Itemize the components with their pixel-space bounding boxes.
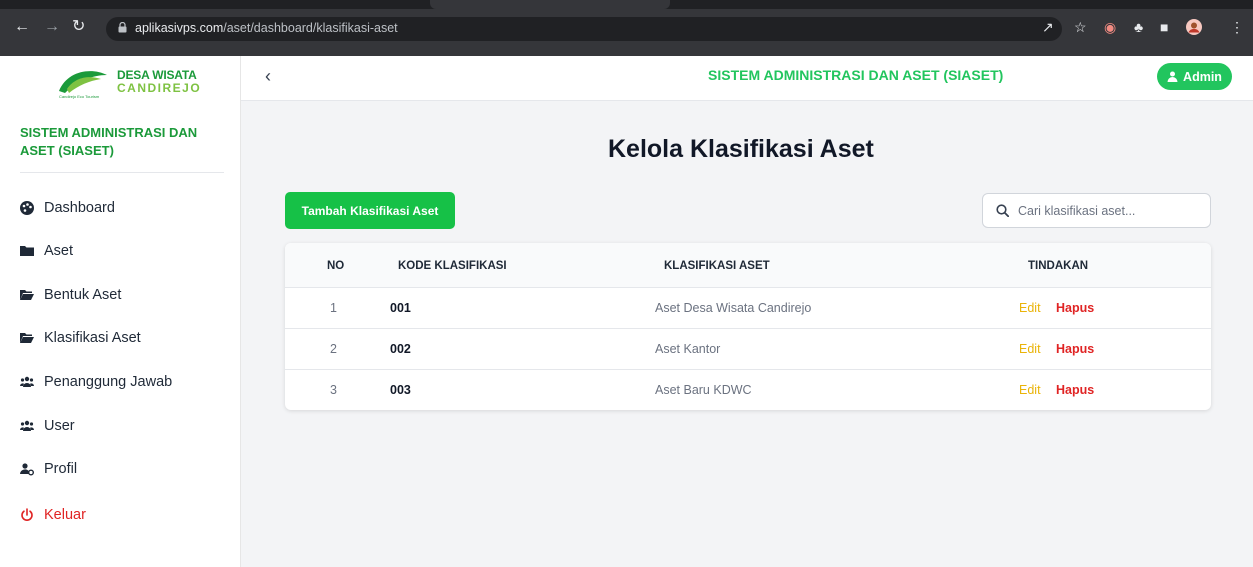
sidebar-item-dashboard[interactable]: Dashboard <box>20 195 115 221</box>
power-icon <box>21 508 33 521</box>
row-kode: 001 <box>390 301 411 315</box>
row-klasifikasi: Aset Desa Wisata Candirejo <box>655 301 812 315</box>
folder-open-icon <box>20 290 34 300</box>
page-title: Kelola Klasifikasi Aset <box>608 135 874 163</box>
sidebar-item-label: User <box>44 418 75 434</box>
edit-link[interactable]: Edit <box>1019 342 1041 356</box>
add-classification-button[interactable]: Tambah Klasifikasi Aset <box>285 192 455 229</box>
header-klasifikasi: KLASIFIKASI ASET <box>664 260 770 272</box>
delete-link[interactable]: Hapus <box>1056 301 1094 315</box>
forward-arrow-icon[interactable]: → <box>44 18 60 36</box>
header-kode: KODE KLASIFIKASI <box>398 260 507 272</box>
sidebar-item-klasifikasi-aset[interactable]: Klasifikasi Aset <box>20 325 141 351</box>
sidebar-item-aset[interactable]: Aset <box>20 238 73 264</box>
delete-link[interactable]: Hapus <box>1056 342 1094 356</box>
sidebar-item-label: Penanggung Jawab <box>44 374 173 390</box>
sidebar-item-label: Keluar <box>44 507 86 523</box>
browser-tab[interactable] <box>430 0 670 9</box>
search-input[interactable] <box>1018 202 1203 220</box>
row-kode: 003 <box>390 383 411 397</box>
users-icon <box>20 376 34 387</box>
sidebar-item-profil[interactable]: Profil <box>20 456 77 482</box>
sidebar-item-user[interactable]: User <box>20 413 75 439</box>
sidebar-item-keluar[interactable]: Keluar <box>20 502 86 528</box>
palette-icon <box>20 201 34 215</box>
extension-icon[interactable]: ◉ <box>1104 19 1116 35</box>
profile-avatar-icon[interactable] <box>1186 19 1202 38</box>
sidebar-app-title: SISTEM ADMINISTRASI DAN ASET (SIASET) <box>20 125 198 158</box>
url-text: aplikasivps.com/aset/dashboard/klasifika… <box>135 21 398 35</box>
table-header: NO KODE KLASIFIKASI KLASIFIKASI ASET TIN… <box>285 243 1211 287</box>
puzzle-icon[interactable]: ♣ <box>1134 19 1143 35</box>
sidebar-item-label: Bentuk Aset <box>44 287 122 303</box>
star-icon[interactable]: ☆ <box>1074 19 1087 35</box>
user-icon <box>1167 71 1178 82</box>
classification-table: NO KODE KLASIFIKASI KLASIFIKASI ASET TIN… <box>285 243 1211 410</box>
search-box <box>982 193 1211 228</box>
sidebar-item-bentuk-aset[interactable]: Bentuk Aset <box>20 282 121 308</box>
edit-link[interactable]: Edit <box>1019 301 1041 315</box>
lock-icon <box>118 22 127 33</box>
user-cog-icon <box>20 463 34 476</box>
row-no: 1 <box>330 301 337 315</box>
share-icon[interactable]: ↗ <box>1042 19 1054 35</box>
users-icon <box>20 420 34 431</box>
sidebar: DESA WISATA CANDIREJO Candirejo Eco Tour… <box>0 56 241 567</box>
sidebar-item-label: Profil <box>44 461 78 477</box>
browser-menu-icon[interactable]: ⋮ <box>1230 19 1244 35</box>
reload-icon[interactable]: ↻ <box>72 18 85 36</box>
folder-icon <box>20 246 34 256</box>
admin-user-button[interactable]: Admin <box>1157 63 1232 90</box>
logo-tagline: Candirejo Eco Tourism <box>59 94 100 99</box>
header-no: NO <box>327 260 345 272</box>
browser-tabstrip <box>0 0 1253 9</box>
delete-link[interactable]: Hapus <box>1056 383 1094 397</box>
header-title: SISTEM ADMINISTRASI DAN ASET (SIASET) <box>708 67 1004 83</box>
table-row: 3 003 Aset Baru KDWC Edit Hapus <box>285 369 1211 410</box>
table-row: 2 002 Aset Kantor Edit Hapus <box>285 328 1211 369</box>
sidebar-item-penanggung-jawab[interactable]: Penanggung Jawab <box>20 369 172 395</box>
logo-leaf-icon <box>59 71 107 93</box>
admin-label: Admin <box>1183 69 1222 84</box>
folder-open-icon <box>20 333 34 343</box>
back-arrow-icon[interactable]: ← <box>14 18 30 36</box>
sidebar-item-label: Aset <box>44 243 74 259</box>
chevron-left-icon[interactable]: ‹ <box>265 66 271 86</box>
row-no: 2 <box>330 342 337 356</box>
table-row: 1 001 Aset Desa Wisata Candirejo Edit Ha… <box>285 287 1211 328</box>
sidepanel-icon[interactable]: ■ <box>1160 19 1168 35</box>
sidebar-divider <box>20 172 224 173</box>
sidebar-item-label: Dashboard <box>44 200 115 216</box>
logo-subtitle: CANDIREJO <box>117 81 202 95</box>
header-tindakan: TINDAKAN <box>1028 260 1089 272</box>
sidebar-item-label: Klasifikasi Aset <box>44 330 141 346</box>
row-klasifikasi: Aset Kantor <box>655 342 721 356</box>
row-no: 3 <box>330 383 337 397</box>
row-klasifikasi: Aset Baru KDWC <box>655 383 752 397</box>
search-icon <box>996 204 1009 217</box>
row-kode: 002 <box>390 342 411 356</box>
edit-link[interactable]: Edit <box>1019 383 1041 397</box>
logo-title: DESA WISATA <box>117 68 197 82</box>
